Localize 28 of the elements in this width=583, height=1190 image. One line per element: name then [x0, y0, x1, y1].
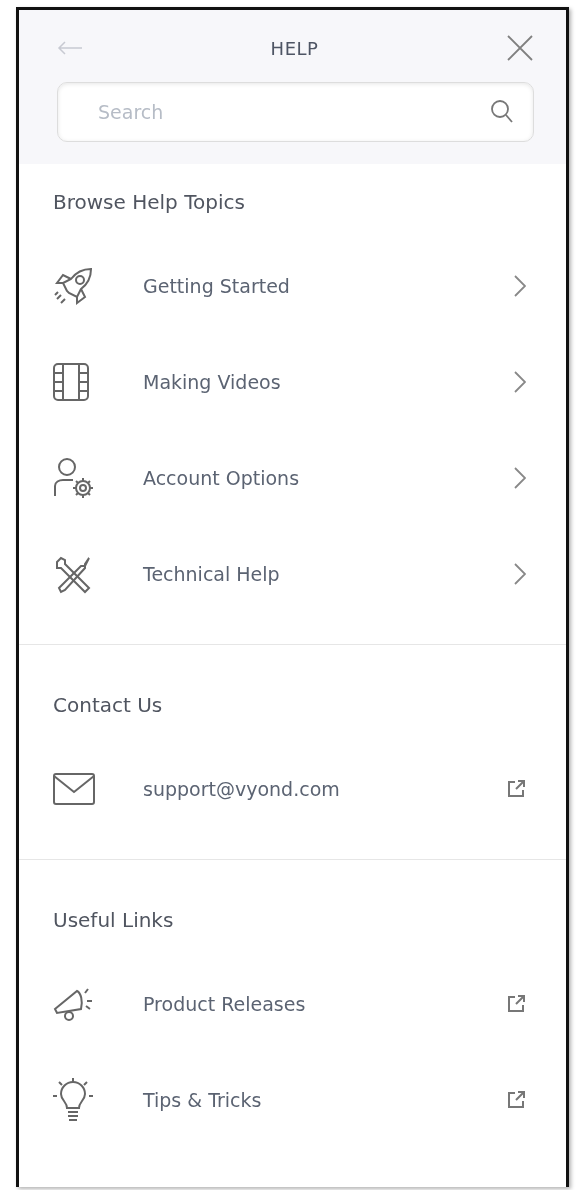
megaphone-icon — [53, 987, 95, 1021]
help-link[interactable]: Product Releases — [53, 956, 534, 1052]
tools-icon — [53, 554, 93, 594]
chevron-right-icon — [514, 467, 526, 489]
help-link[interactable]: Tips & Tricks — [53, 1052, 534, 1148]
external-link-icon — [506, 779, 526, 799]
close-button[interactable] — [506, 34, 534, 62]
mail-icon — [53, 773, 95, 805]
search-icon — [490, 99, 514, 125]
user-gear-icon — [53, 458, 95, 498]
chevron-right-icon — [514, 371, 526, 393]
external-link-icon — [506, 994, 526, 1014]
help-link[interactable]: Account Options — [53, 430, 534, 526]
lightbulb-icon — [53, 1078, 93, 1122]
chevron-right-icon — [514, 563, 526, 585]
rocket-icon — [53, 265, 95, 307]
film-icon — [53, 363, 89, 401]
chevron-right-icon — [514, 275, 526, 297]
help-link[interactable]: support@vyond.com — [53, 741, 534, 837]
search-field[interactable]: Search — [57, 82, 534, 142]
section-heading: Useful Links — [53, 907, 175, 934]
external-link-icon — [506, 1090, 526, 1110]
panel-title: HELP — [270, 37, 319, 59]
help-link[interactable]: Technical Help — [53, 526, 534, 622]
help-link[interactable]: Getting Started — [53, 238, 534, 334]
help-link[interactable]: Making Videos — [53, 334, 534, 430]
section-heading: Contact Us — [53, 692, 164, 719]
section-heading: Browse Help Topics — [53, 189, 246, 216]
